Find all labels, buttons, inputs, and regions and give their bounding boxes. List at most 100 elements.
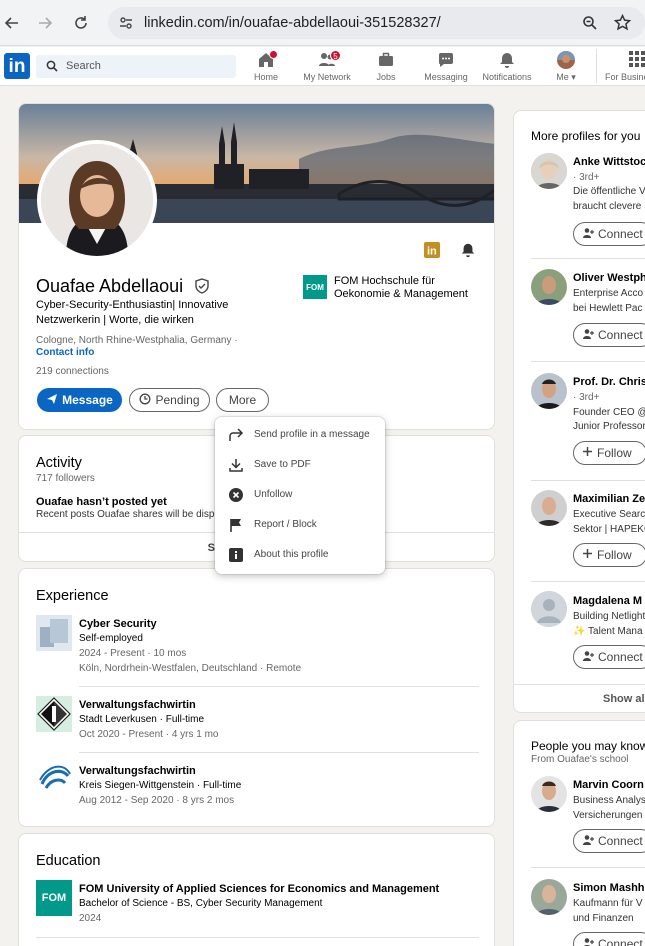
linkedin-premium-icon[interactable]: in: [424, 242, 440, 261]
nav-for-business[interactable]: For Business: [605, 51, 645, 85]
edu1-school[interactable]: FOM University of Applied Sciences for E…: [79, 883, 439, 895]
dropdown-unfollow[interactable]: Unfollow: [215, 480, 385, 510]
pymk2-name[interactable]: Simon Mashh: [573, 882, 645, 894]
profile3-line1: Founder CEO @: [573, 407, 645, 418]
avatar[interactable]: [531, 490, 567, 526]
add-person-icon: [582, 834, 594, 849]
contact-info-link[interactable]: Contact info: [36, 347, 94, 358]
svg-text:in: in: [427, 246, 437, 258]
search-icon: [46, 60, 58, 75]
connections-count[interactable]: 219 connections: [36, 366, 109, 377]
follow-button[interactable]: Follow: [573, 441, 645, 465]
profile1-name[interactable]: Anke Wittstock: [573, 156, 645, 168]
experience-card: Experience Cyber Security Self-employed …: [18, 568, 495, 827]
profile-card: in Ouafae Abdellaoui Cyber-Security-Enth…: [18, 103, 495, 430]
pymk2-line2: und Finanzen: [573, 913, 634, 924]
linkedin-logo[interactable]: in: [4, 53, 30, 79]
add-person-icon: [582, 328, 594, 343]
nav-me[interactable]: Me ▾: [548, 51, 584, 85]
add-person-icon: [582, 937, 594, 946]
school-line1[interactable]: FOM Hochschule für: [334, 275, 435, 287]
flag-icon: [228, 517, 244, 536]
network-badge: 5: [330, 50, 341, 61]
nav-notifications[interactable]: Notifications: [479, 51, 535, 85]
info-icon: [228, 547, 244, 566]
notification-bell-icon[interactable]: [460, 242, 476, 261]
profile3-name[interactable]: Prof. Dr. Christ: [573, 376, 645, 388]
reload-icon[interactable]: [69, 11, 93, 35]
fom-university-logo[interactable]: FOM: [36, 880, 72, 916]
connect-button[interactable]: Connect: [573, 645, 645, 669]
school-line2[interactable]: Oekonomie & Management: [334, 288, 468, 300]
exp3-dates: Aug 2012 - Sep 2020 · 8 yrs 2 mos: [79, 795, 235, 806]
avatar[interactable]: [531, 591, 567, 627]
profile5-name[interactable]: Magdalena M: [573, 595, 642, 607]
edu1-degree: Bachelor of Science - BS, Cyber Security…: [79, 898, 323, 909]
nav-home-label: Home: [253, 72, 278, 82]
download-icon: [228, 457, 244, 476]
nav-jobs[interactable]: Jobs: [366, 51, 406, 85]
search-input[interactable]: Search: [36, 55, 236, 78]
exp1-title[interactable]: Cyber Security: [79, 618, 157, 630]
cyber-security-logo[interactable]: [36, 615, 72, 651]
address-bar[interactable]: linkedin.com/in/ouafae-abdellaoui-351528…: [108, 7, 645, 39]
dropdown-report-block[interactable]: Report / Block: [215, 510, 385, 540]
avatar[interactable]: [531, 269, 567, 305]
forward-icon[interactable]: [33, 11, 57, 35]
follow-button[interactable]: Follow: [573, 543, 645, 567]
more-profiles-title: More profiles for you: [531, 129, 641, 143]
nav-messaging[interactable]: Messaging: [421, 51, 471, 85]
search-placeholder: Search: [66, 60, 101, 72]
bookmark-star-icon[interactable]: [613, 13, 632, 34]
dropdown-save-pdf[interactable]: Save to PDF: [215, 450, 385, 480]
back-icon[interactable]: [0, 11, 24, 35]
exp2-title[interactable]: Verwaltungsfachwirtin: [79, 699, 196, 711]
exp3-title[interactable]: Verwaltungsfachwirtin: [79, 765, 196, 777]
nav-my-network-label: My Network: [303, 72, 351, 82]
url-text[interactable]: linkedin.com/in/ouafae-abdellaoui-351528…: [144, 15, 441, 31]
show-all-profiles-button[interactable]: Show all: [603, 693, 645, 705]
avatar[interactable]: [531, 776, 567, 812]
verified-shield-icon[interactable]: [194, 278, 210, 297]
dropdown-send-profile[interactable]: Send profile in a message: [215, 420, 385, 450]
avatar[interactable]: [531, 373, 567, 409]
connect-button[interactable]: Connect: [573, 829, 645, 853]
no-posts-text: Ouafae hasn’t posted yet: [36, 496, 167, 508]
nav-for-business-label: For Business: [605, 72, 645, 82]
briefcase-icon: [377, 51, 395, 71]
pymk-divider: [531, 867, 645, 868]
profile4-line1: Executive Search: [573, 509, 645, 520]
kreis-siegen-logo[interactable]: [36, 762, 72, 798]
connect-button-label: Connect: [598, 650, 643, 664]
nav-my-network[interactable]: 5 My Network: [300, 50, 354, 85]
follow-button-label: Follow: [597, 446, 632, 460]
avatar[interactable]: [531, 153, 567, 189]
site-info-icon[interactable]: [118, 15, 134, 34]
dropdown-save-pdf-label: Save to PDF: [254, 459, 311, 470]
profile-divider: [531, 361, 645, 362]
profile-photo[interactable]: [37, 140, 157, 260]
plus-icon: [582, 548, 593, 562]
connect-button[interactable]: Connect: [573, 932, 645, 946]
share-arrow-icon: [228, 427, 244, 446]
nav-home[interactable]: Home: [246, 50, 286, 85]
zoom-icon[interactable]: [582, 15, 598, 34]
message-button[interactable]: Message: [37, 388, 122, 412]
connect-button[interactable]: Connect: [573, 222, 645, 246]
connect-button[interactable]: Connect: [573, 323, 645, 347]
more-profiles-card: More profiles for you Anke Wittstock · 3…: [513, 110, 645, 713]
profile2-name[interactable]: Oliver Westphal: [573, 272, 645, 284]
pending-button[interactable]: Pending: [129, 388, 210, 412]
pymk1-name[interactable]: Marvin Coorn: [573, 779, 644, 791]
stadt-leverkusen-logo[interactable]: [36, 696, 72, 732]
profile4-name[interactable]: Maximilian Ze: [573, 493, 645, 505]
fom-school-logo[interactable]: FOM: [303, 275, 327, 299]
avatar[interactable]: [531, 879, 567, 915]
dropdown-about-profile-label: About this profile: [254, 549, 329, 560]
home-dot-badge: [269, 50, 278, 59]
dropdown-about-profile[interactable]: About this profile: [215, 540, 385, 570]
exp-divider: [79, 752, 479, 753]
more-button[interactable]: More: [216, 388, 269, 412]
profile5-line1: Building Netlight: [573, 611, 645, 622]
close-circle-icon: [228, 487, 244, 506]
